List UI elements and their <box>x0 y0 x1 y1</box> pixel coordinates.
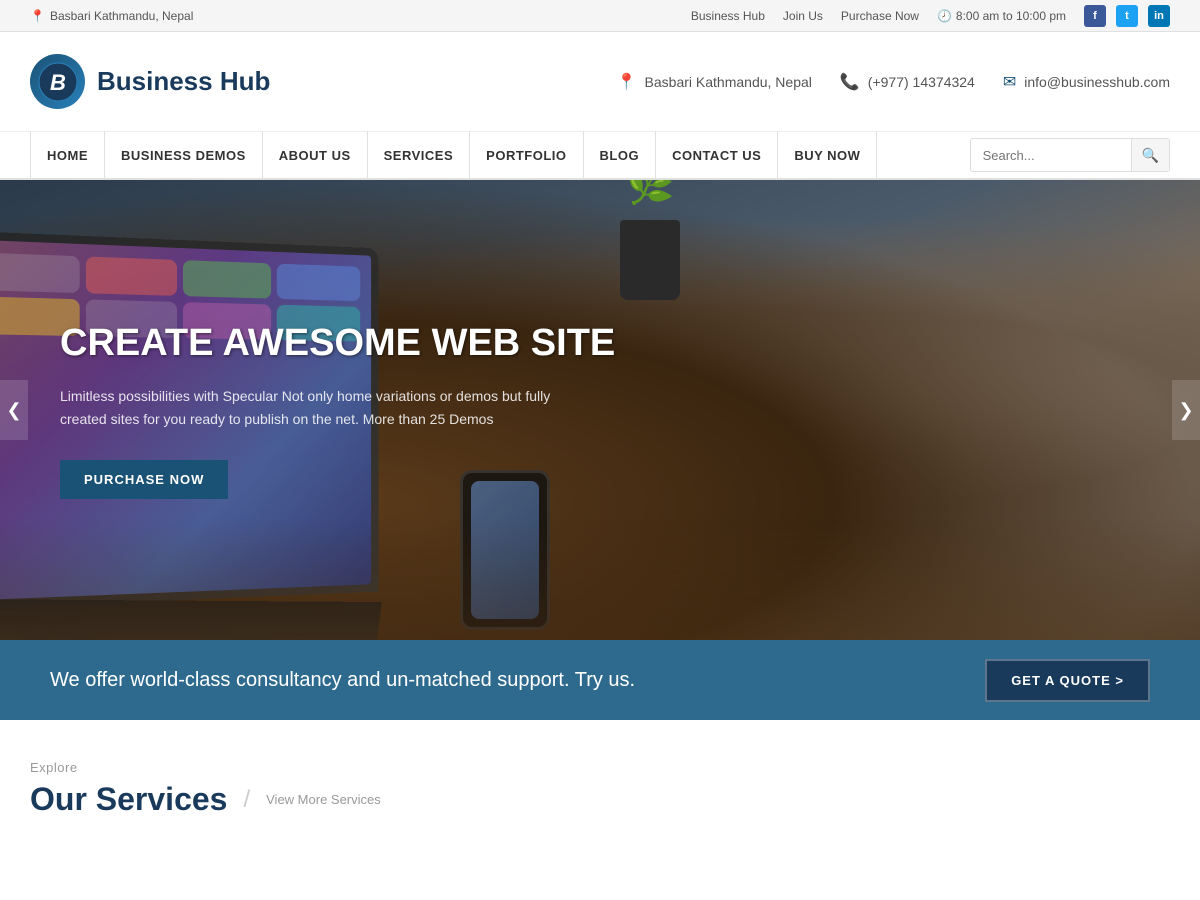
clock-icon: 🕗 <box>937 9 952 23</box>
nav-about-us[interactable]: ABOUT US <box>263 131 368 179</box>
facebook-icon[interactable]: f <box>1084 5 1106 27</box>
logo[interactable]: B Business Hub <box>30 54 270 109</box>
cta-text: We offer world-class consultancy and un-… <box>50 669 635 692</box>
header: B Business Hub 📍 Basbari Kathmandu, Nepa… <box>0 32 1200 132</box>
view-more-services-link[interactable]: View More Services <box>266 792 381 807</box>
hero-content: CREATE AWESOME WEB SITE Limitless possib… <box>0 321 675 499</box>
twitter-icon[interactable]: t <box>1116 5 1138 27</box>
search-input[interactable] <box>971 148 1131 163</box>
nav-portfolio[interactable]: PORTFOLIO <box>470 131 583 179</box>
location-text: Basbari Kathmandu, Nepal <box>50 9 193 23</box>
services-explore-label: Explore <box>30 760 1170 775</box>
top-nav-business-hub[interactable]: Business Hub <box>691 9 765 23</box>
social-links: f t in <box>1084 5 1170 27</box>
services-divider: / <box>243 786 250 814</box>
header-contact: 📍 Basbari Kathmandu, Nepal 📞 (+977) 1437… <box>617 72 1170 92</box>
app-icon <box>0 253 79 293</box>
nav-contact-us[interactable]: CONTACT US <box>656 131 778 179</box>
logo-icon: B <box>30 54 85 109</box>
header-location: 📍 Basbari Kathmandu, Nepal <box>617 72 812 92</box>
left-arrow-icon: ❮ <box>6 400 21 421</box>
logo-text: Business Hub <box>97 66 270 97</box>
hero-prev-button[interactable]: ❮ <box>0 380 28 440</box>
business-hours: 🕗 8:00 am to 10:00 pm <box>937 9 1066 23</box>
hero-purchase-button[interactable]: PURCHASE NOW <box>60 460 228 499</box>
header-location-text: Basbari Kathmandu, Nepal <box>645 74 812 90</box>
svg-text:B: B <box>50 70 66 95</box>
header-phone-text: (+977) 14374324 <box>868 74 975 90</box>
email-icon: ✉ <box>1003 72 1016 92</box>
nav-buy-now[interactable]: BUY NOW <box>778 131 877 179</box>
hero-subtitle: Limitless possibilities with Specular No… <box>60 385 600 433</box>
nav-services[interactable]: SERVICES <box>368 131 471 179</box>
top-bar-location: 📍 Basbari Kathmandu, Nepal <box>30 9 193 23</box>
cta-button[interactable]: GET A QUOTE > <box>985 659 1150 702</box>
plant-decoration: 🌿 <box>620 220 680 300</box>
app-icon <box>183 260 271 299</box>
services-section: Explore Our Services / View More Service… <box>0 720 1200 848</box>
nav-business-demos[interactable]: BUSINESS DEMOS <box>105 131 263 179</box>
nav-blog[interactable]: BLOG <box>584 131 657 179</box>
app-icon <box>85 256 177 295</box>
nav-items: HOME BUSINESS DEMOS ABOUT US SERVICES PO… <box>30 131 950 179</box>
cta-banner: We offer world-class consultancy and un-… <box>0 640 1200 720</box>
top-nav-join-us[interactable]: Join Us <box>783 9 823 23</box>
app-icon <box>276 264 360 302</box>
hours-text: 8:00 am to 10:00 pm <box>956 9 1066 23</box>
header-email: ✉ info@businesshub.com <box>1003 72 1170 92</box>
header-location-icon: 📍 <box>617 72 637 92</box>
hero-title: CREATE AWESOME WEB SITE <box>60 321 615 367</box>
services-title: Our Services <box>30 781 227 818</box>
nav-home[interactable]: HOME <box>30 131 105 179</box>
location-icon: 📍 <box>30 9 45 23</box>
services-header: Our Services / View More Services <box>30 781 1170 818</box>
hero-section: 🌿 ❮ CREATE AWESOME WEB SITE Limitless po… <box>0 180 1200 640</box>
linkedin-icon[interactable]: in <box>1148 5 1170 27</box>
right-arrow-icon: ❯ <box>1178 400 1193 421</box>
navigation: HOME BUSINESS DEMOS ABOUT US SERVICES PO… <box>0 132 1200 180</box>
header-email-text: info@businesshub.com <box>1024 74 1170 90</box>
top-bar: 📍 Basbari Kathmandu, Nepal Business Hub … <box>0 0 1200 32</box>
plant-pot <box>620 220 680 300</box>
table-surface <box>0 520 1200 640</box>
search-button[interactable]: 🔍 <box>1131 138 1169 172</box>
plant-leaves: 🌿 <box>620 180 680 207</box>
header-phone: 📞 (+977) 14374324 <box>840 72 975 92</box>
phone-icon: 📞 <box>840 72 860 92</box>
top-nav-purchase-now[interactable]: Purchase Now <box>841 9 919 23</box>
top-bar-right: Business Hub Join Us Purchase Now 🕗 8:00… <box>691 5 1170 27</box>
hero-next-button[interactable]: ❯ <box>1172 380 1200 440</box>
search-box: 🔍 <box>970 138 1170 172</box>
